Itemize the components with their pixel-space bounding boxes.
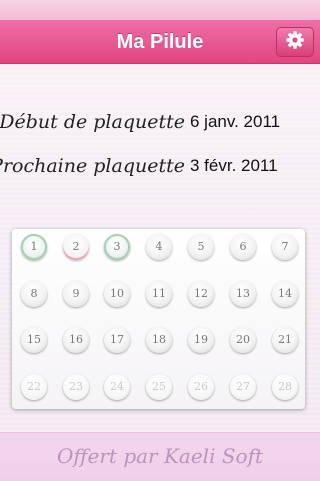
next-date-row: Prochaine plaquette 3 févr. 2011	[0, 151, 320, 181]
pill-25[interactable]: 25	[146, 374, 172, 400]
navigation-bar: Ma Pilule	[0, 20, 320, 64]
pill-14[interactable]: 14	[272, 281, 298, 307]
pill-7[interactable]: 7	[272, 234, 298, 260]
page-title: Ma Pilule	[116, 31, 204, 53]
start-date-value: 6 janv. 2011	[190, 112, 281, 131]
pill-20[interactable]: 20	[230, 327, 256, 353]
pill-pack: 1 2 3 4 5 6 7 8 9 10 11 12 13 14 15 16 17 18 19 20 21 22 23 24 2…	[12, 229, 305, 409]
pill-28[interactable]: 28	[272, 374, 298, 400]
next-date-label: Prochaine plaquette	[0, 155, 185, 177]
pill-8[interactable]: 8	[21, 281, 47, 307]
pill-16[interactable]: 16	[63, 327, 89, 353]
pill-3[interactable]: 3	[104, 234, 130, 260]
pill-18[interactable]: 18	[146, 327, 172, 353]
gear-icon	[285, 30, 305, 54]
pill-22[interactable]: 22	[21, 374, 47, 400]
pill-2[interactable]: 2	[63, 234, 89, 260]
pill-26[interactable]: 26	[188, 374, 214, 400]
pill-10[interactable]: 10	[104, 281, 130, 307]
pill-12[interactable]: 12	[188, 281, 214, 307]
pill-21[interactable]: 21	[272, 327, 298, 353]
pill-15[interactable]: 15	[21, 327, 47, 353]
status-bar	[0, 0, 320, 20]
start-date-row: Début de plaquette 6 janv. 2011	[0, 107, 320, 137]
pill-5[interactable]: 5	[188, 234, 214, 260]
footer-banner: Offert par Kaeli Soft	[0, 432, 320, 481]
pill-27[interactable]: 27	[230, 374, 256, 400]
pill-6[interactable]: 6	[230, 234, 256, 260]
pill-9[interactable]: 9	[63, 281, 89, 307]
next-date-value: 3 févr. 2011	[190, 156, 278, 175]
pill-13[interactable]: 13	[230, 281, 256, 307]
pill-1[interactable]: 1	[21, 234, 47, 260]
pill-17[interactable]: 17	[104, 327, 130, 353]
settings-button[interactable]	[276, 27, 314, 57]
pill-19[interactable]: 19	[188, 327, 214, 353]
pill-24[interactable]: 24	[104, 374, 130, 400]
pill-23[interactable]: 23	[63, 374, 89, 400]
pill-11[interactable]: 11	[146, 281, 172, 307]
pill-4[interactable]: 4	[146, 234, 172, 260]
start-date-label: Début de plaquette	[0, 111, 185, 133]
